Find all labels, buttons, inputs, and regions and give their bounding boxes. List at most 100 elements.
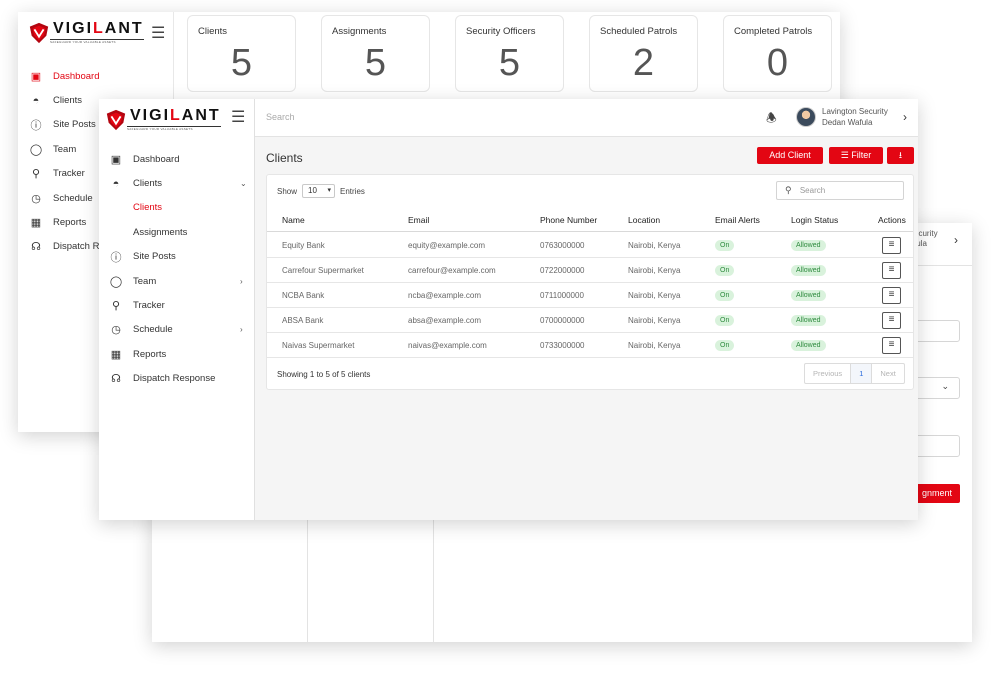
alert-circle-icon: ⓘ [110, 251, 122, 264]
avatar[interactable] [796, 107, 816, 127]
email-alerts-badge: On [715, 315, 735, 326]
sidebar-item-dispatch-response[interactable]: ☊ Dispatch Response [109, 367, 255, 391]
entries-control: Show 10 ▾ Entries [277, 184, 365, 198]
pagination-page-1[interactable]: 1 [851, 364, 873, 383]
download-icon: ⭳ [898, 150, 903, 160]
column-header-email[interactable]: Email [408, 215, 429, 225]
route-icon: ⚲ [111, 300, 121, 313]
sidebar-item-dispatch[interactable]: ☊ Dispatch R [28, 235, 99, 259]
table-row[interactable]: NCBA Bank ncba@example.com 0711000000 Na… [267, 283, 913, 308]
shield-logo-icon [29, 22, 49, 43]
clock-icon: ◷ [111, 324, 121, 337]
add-client-button[interactable]: Add Client [757, 147, 823, 164]
sidebar-subitem-clients[interactable]: Clients [109, 196, 255, 220]
chevron-right-icon: › [240, 325, 243, 335]
login-status-badge: Allowed [791, 340, 826, 351]
pagination: Previous 1 Next [804, 363, 905, 384]
main-content: Search 🕭 Lavington Security Dedan Wafula… [255, 99, 918, 520]
contact-icon: ◓ [112, 177, 120, 190]
row-actions-menu-icon[interactable]: ≡ [882, 237, 901, 254]
column-header-name[interactable]: Name [282, 215, 305, 225]
table-row[interactable]: Equity Bank equity@example.com 076300000… [267, 233, 913, 258]
sidebar-item-reports[interactable]: ▦ Reports [109, 342, 255, 366]
stat-card-clients[interactable]: Clients 5 [187, 15, 296, 92]
topbar: Search 🕭 Lavington Security Dedan Wafula… [255, 99, 918, 137]
table-row[interactable]: ABSA Bank absa@example.com 0700000000 Na… [267, 308, 913, 333]
login-status-badge: Allowed [791, 265, 826, 276]
row-actions-menu-icon[interactable]: ≡ [882, 287, 901, 304]
stat-card-completed-patrols[interactable]: Completed Patrols 0 [723, 15, 832, 92]
column-header-email-alerts[interactable]: Email Alerts [715, 215, 760, 225]
shield-logo-icon [106, 109, 126, 130]
row-actions-menu-icon[interactable]: ≡ [882, 262, 901, 279]
chevron-right-icon[interactable]: › [903, 110, 907, 124]
bell-icon[interactable]: 🕭 [766, 109, 777, 130]
stat-card-scheduled-patrols[interactable]: Scheduled Patrols 2 [589, 15, 698, 92]
chevron-right-icon: › [240, 276, 243, 286]
alert-circle-icon: ⓘ [30, 119, 42, 132]
clock-icon: ◷ [31, 192, 41, 205]
sidebar-item-clients[interactable]: ◓ Clients ⌄ [109, 171, 255, 195]
sidebar-item-team[interactable]: ◯ Team [28, 137, 99, 161]
chevron-down-icon: ⌄ [240, 179, 247, 189]
user-profile[interactable]: Lavington Security Dedan Wafula [822, 106, 888, 128]
column-header-phone[interactable]: Phone Number [540, 215, 597, 225]
table-search-input[interactable]: ⚲ Search [776, 181, 904, 200]
sidebar-item-team[interactable]: ◯ Team › [109, 269, 255, 293]
sidebar-item-dashboard[interactable]: ▣ Dashboard [109, 147, 255, 171]
chevron-down-icon: ⌄ [941, 381, 949, 391]
menu-toggle-icon[interactable]: ☰ [151, 23, 165, 43]
grid-icon: ▣ [110, 153, 122, 166]
pagination-next[interactable]: Next [872, 364, 903, 383]
reports-icon: ▦ [110, 348, 122, 361]
clients-window: VIGILANT SAFEGUARD YOUR VALUABLE ASSETS … [99, 99, 918, 520]
row-actions-menu-icon[interactable]: ≡ [882, 312, 901, 329]
contact-icon: ◓ [32, 94, 40, 107]
email-alerts-badge: On [715, 265, 735, 276]
column-header-location[interactable]: Location [628, 215, 660, 225]
reports-icon: ▦ [30, 217, 42, 230]
sidebar-item-tracker[interactable]: ⚲ Tracker [109, 293, 255, 317]
column-header-login-status[interactable]: Login Status [791, 215, 838, 225]
row-actions-menu-icon[interactable]: ≡ [882, 337, 901, 354]
menu-toggle-icon[interactable]: ☰ [231, 107, 245, 127]
sidebar-item-schedule[interactable]: ◷ Schedule [28, 186, 99, 210]
vigilant-logo[interactable]: VIGILANT SAFEGUARD YOUR VALUABLE ASSETS [105, 108, 221, 131]
export-button[interactable]: ⭳ [887, 147, 914, 164]
clients-table-panel: Show 10 ▾ Entries ⚲ Search Name Email Ph… [266, 174, 914, 390]
headset-icon: ☊ [111, 373, 121, 386]
filter-button[interactable]: ☰ Filter [829, 147, 883, 164]
pagination-previous[interactable]: Previous [805, 364, 852, 383]
stat-cards: Clients 5 Assignments 5 Security Officer… [187, 15, 832, 92]
sidebar-nav: ▣ Dashboard ◓ Clients ⌄ Clients Assignme… [109, 147, 255, 391]
search-icon: ⚲ [785, 185, 792, 195]
sidebar-item-clients[interactable]: ◓ Clients › [28, 88, 174, 112]
chevron-down-icon: ▾ [327, 187, 332, 194]
column-header-actions: Actions [878, 215, 906, 225]
headset-icon: ☊ [31, 241, 41, 254]
sidebar-item-dashboard[interactable]: ▣ Dashboard [28, 64, 100, 88]
shield-outline-icon: ◯ [29, 143, 43, 156]
entries-select[interactable]: 10 ▾ [302, 184, 336, 198]
login-status-badge: Allowed [791, 290, 826, 301]
login-status-badge: Allowed [791, 315, 826, 326]
sidebar-nav: ▣ Dashboard ◓ Clients › ⓘ Site Posts ◯ T… [28, 64, 174, 259]
email-alerts-badge: On [715, 240, 735, 251]
sidebar-item-site-posts[interactable]: ⓘ Site Posts [109, 245, 255, 269]
table-row[interactable]: Naivas Supermarket naivas@example.com 07… [267, 333, 913, 358]
sidebar-item-schedule[interactable]: ◷ Schedule › [109, 318, 255, 342]
vigilant-logo[interactable]: VIGILANT SAFEGUARD YOUR VALUABLE ASSETS [28, 21, 144, 44]
sidebar-item-tracker[interactable]: ⚲ Tracker [28, 162, 99, 186]
sidebar-item-site-posts[interactable]: ⓘ Site Posts [28, 113, 99, 137]
grid-icon: ▣ [30, 70, 42, 83]
global-search-input[interactable]: Search [266, 112, 295, 122]
filter-icon: ☰ [840, 150, 849, 160]
email-alerts-badge: On [715, 340, 735, 351]
table-row[interactable]: Carrefour Supermarket carrefour@example.… [267, 258, 913, 283]
chevron-right-icon[interactable]: › [954, 233, 958, 247]
page-title: Clients [266, 151, 303, 165]
stat-card-assignments[interactable]: Assignments 5 [321, 15, 430, 92]
stat-card-security-officers[interactable]: Security Officers 5 [455, 15, 564, 92]
sidebar-subitem-assignments[interactable]: Assignments [109, 220, 255, 244]
sidebar-item-reports[interactable]: ▦ Reports [28, 210, 99, 234]
